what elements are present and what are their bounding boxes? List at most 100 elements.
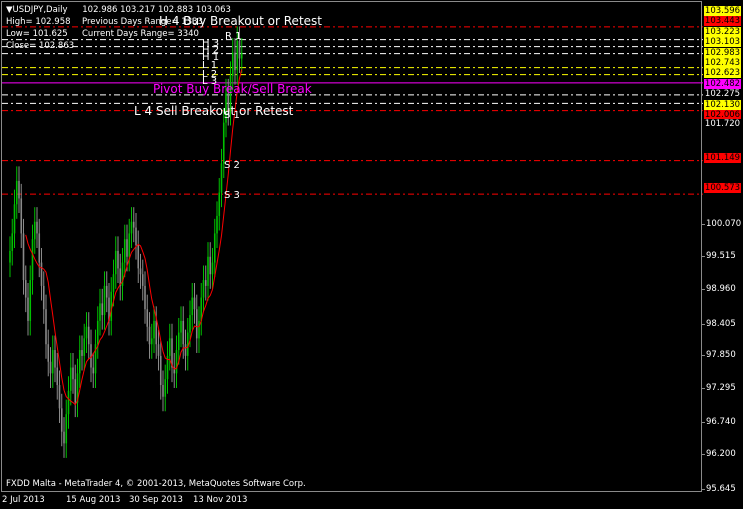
candle-body (195, 309, 198, 339)
y-axis-tick (701, 454, 705, 455)
price-tag: 101.149 (704, 153, 741, 163)
candle-body (123, 239, 126, 263)
price-tag: 102.130 (704, 99, 741, 110)
candle-body (157, 344, 160, 356)
price-tag: 103.103 (704, 37, 741, 48)
y-axis-label: 99.515 (706, 251, 736, 261)
y-axis-label: 96.200 (706, 449, 736, 459)
candle-body (49, 361, 52, 374)
y-axis-tick (701, 388, 705, 389)
y-axis-label: 97.295 (706, 383, 736, 393)
price-tag: 100.573 (704, 183, 741, 193)
candle-body (213, 233, 216, 263)
candle-body (56, 367, 59, 386)
candle-body (137, 245, 140, 269)
candle-body (83, 338, 86, 356)
candle-body (193, 297, 196, 310)
y-axis-label: 95.645 (706, 484, 736, 494)
price-chart[interactable] (2, 2, 703, 493)
pivot-label: Pivot Buy Break/Sell Break (153, 82, 312, 96)
s2-label: S 2 (224, 160, 240, 171)
candle-body (29, 280, 32, 321)
s1-label: S 1 (224, 110, 240, 121)
candle-body (54, 350, 56, 368)
candle-body (11, 233, 14, 251)
candle-body (209, 256, 212, 275)
y-axis-label: 98.960 (706, 284, 736, 294)
candle-body (162, 385, 164, 397)
candle-body (45, 309, 47, 345)
candle-body (155, 320, 158, 345)
y-axis-label: 100.070 (706, 219, 742, 229)
candle-body (72, 367, 74, 380)
candle-body (78, 350, 81, 374)
current-days-range-info: Current Days Range= 3340 (82, 29, 199, 39)
candle-body (240, 52, 243, 59)
candle-body (175, 350, 178, 374)
candle-body (211, 262, 214, 275)
candle-body (67, 390, 70, 415)
candle-body (85, 326, 88, 339)
price-tag: 102.743 (704, 58, 741, 68)
candle-body (135, 227, 137, 246)
candle-body (99, 303, 101, 321)
candle-body (231, 52, 234, 76)
candle-body (22, 233, 25, 281)
price-tag: 102.983 (704, 47, 741, 58)
candle-body (114, 250, 117, 275)
y-axis-label: 97.850 (706, 350, 736, 360)
candle-body (24, 280, 27, 298)
r1-label: R 1 (225, 31, 242, 42)
candle-body (132, 221, 135, 228)
candle-body (204, 280, 207, 286)
candle-body (180, 320, 182, 333)
candle-body (222, 122, 225, 164)
candle-body (31, 239, 34, 281)
y-axis-label: 96.740 (706, 417, 736, 427)
candle-body (139, 268, 142, 275)
candle-body (92, 367, 95, 374)
candle-body (36, 221, 38, 234)
candle-body (47, 344, 50, 362)
candle-body (198, 320, 200, 339)
candle-body (148, 326, 151, 345)
candle-body (63, 431, 65, 444)
candle-body (207, 256, 209, 286)
price-tag: 102.623 (704, 68, 741, 79)
candle-body (13, 204, 16, 234)
candle-body (112, 274, 115, 292)
candle-body (65, 414, 68, 444)
candle-body (202, 280, 205, 298)
candle-body (236, 40, 239, 71)
y-axis-tick (701, 422, 705, 423)
candle-body (9, 250, 11, 263)
y-axis-tick (701, 355, 705, 356)
footer-copyright: FXDD Malta - MetaTrader 4, © 2001-2013, … (6, 479, 306, 489)
y-axis-tick (701, 489, 705, 490)
y-axis-tick (701, 289, 705, 290)
candle-body (184, 344, 187, 356)
candle-body (216, 215, 218, 234)
l3-label: L 3 (202, 76, 218, 87)
candle-body (191, 297, 194, 316)
candle-body (182, 320, 185, 345)
candle-body (101, 303, 104, 316)
candle-body (96, 320, 99, 345)
y-axis-tick (701, 324, 705, 325)
l4-label: L 4 Sell Breakout or Retest (134, 104, 294, 118)
candle-body (103, 285, 106, 316)
candle-body (146, 309, 149, 327)
x-axis-label: 30 Sep 2013 (129, 495, 183, 505)
candle-body (234, 52, 236, 71)
candle-body (128, 233, 131, 257)
chart-window[interactable]: ▼USDJPY,Daily 102.986 103.217 102.883 10… (1, 1, 703, 493)
candle-body (51, 350, 54, 374)
candle-body (177, 332, 180, 351)
candle-body (144, 285, 146, 310)
y-axis-tick (701, 224, 705, 225)
candle-body (189, 315, 191, 333)
candle-body (164, 379, 167, 397)
price-tag: 103.596 (704, 6, 741, 16)
candle-body (38, 233, 41, 263)
candle-body (159, 355, 162, 386)
